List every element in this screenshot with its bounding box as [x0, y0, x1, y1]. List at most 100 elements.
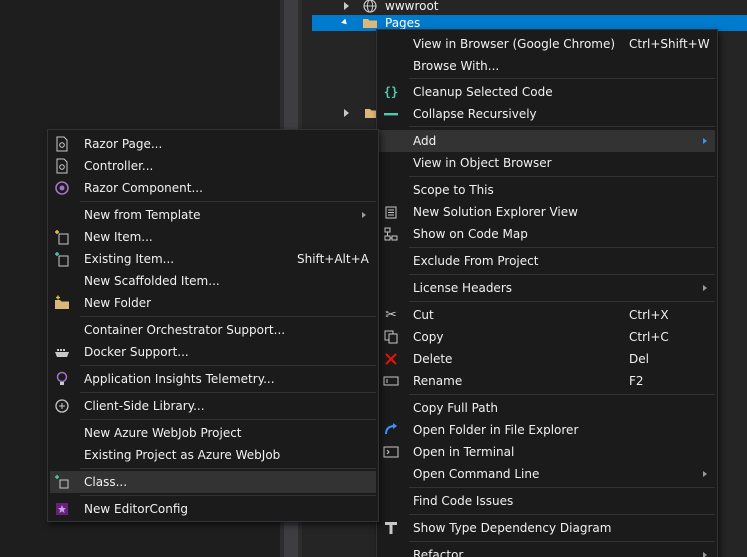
menu-item-rename[interactable]: Rename F2	[379, 370, 715, 392]
menu-item-delete[interactable]: Delete Del	[379, 348, 715, 370]
menu-separator	[409, 274, 715, 275]
add-submenu: Razor Page... Controller... Razor Compon…	[47, 129, 379, 522]
menu-item-label: Browse With...	[413, 59, 500, 73]
menu-separator	[409, 514, 715, 515]
braces-icon: {}	[383, 85, 399, 99]
menu-item-label: Refactor	[413, 548, 464, 557]
menu-item-open-in-terminal[interactable]: Open in Terminal	[379, 441, 715, 463]
menu-item-open-folder-explorer[interactable]: Open Folder in File Explorer	[379, 419, 715, 441]
menu-item-label: Cut	[413, 308, 434, 322]
menu-item-label: Open Command Line	[413, 467, 540, 481]
delete-x-icon	[383, 351, 399, 367]
menu-item-existing-item[interactable]: Existing Item... Shift+Alt+A	[50, 248, 376, 270]
code-map-icon	[383, 226, 399, 242]
menu-item-shortcut: Ctrl+X	[629, 308, 669, 322]
menu-item-label: View in Object Browser	[413, 156, 552, 170]
terminal-icon	[383, 444, 399, 460]
menu-separator	[409, 487, 715, 488]
menu-item-copy[interactable]: Copy Ctrl+C	[379, 326, 715, 348]
menu-item-shortcut: Del	[629, 352, 649, 366]
menu-item-label: Class...	[84, 475, 128, 489]
menu-item-type-dependency-diagram[interactable]: Show Type Dependency Diagram	[379, 517, 715, 539]
menu-separator	[80, 468, 376, 469]
menu-item-client-side-library[interactable]: Client-Side Library...	[50, 395, 376, 417]
menu-item-add[interactable]: Add	[379, 130, 715, 152]
menu-item-container-orchestrator[interactable]: Container Orchestrator Support...	[50, 319, 376, 341]
menu-item-open-command-line[interactable]: Open Command Line	[379, 463, 715, 485]
open-folder-arrow-icon	[383, 422, 399, 438]
menu-item-label: Delete	[413, 352, 453, 366]
menu-item-refactor[interactable]: Refactor	[379, 544, 715, 557]
menu-item-new-editorconfig[interactable]: New EditorConfig	[50, 498, 376, 520]
menu-item-cut[interactable]: ✂ Cut Ctrl+X	[379, 304, 715, 326]
menu-item-label: New Azure WebJob Project	[84, 426, 242, 440]
razor-component-icon	[54, 180, 70, 196]
menu-item-controller[interactable]: Controller...	[50, 155, 376, 177]
menu-separator	[409, 78, 715, 79]
menu-item-new-from-template[interactable]: New from Template	[50, 204, 376, 226]
menu-item-show-on-code-map[interactable]: Show on Code Map	[379, 223, 715, 245]
expand-arrow-icon[interactable]	[344, 2, 349, 10]
collapse-arrow-icon[interactable]	[341, 18, 349, 27]
menu-item-new-item[interactable]: New Item...	[50, 226, 376, 248]
submenu-arrow-icon	[703, 471, 707, 477]
menu-item-view-in-browser[interactable]: View in Browser (Google Chrome) Ctrl+Shi…	[379, 33, 715, 55]
menu-item-label: Exclude From Project	[413, 254, 539, 268]
menu-item-new-folder[interactable]: New Folder	[50, 292, 376, 314]
menu-item-new-azure-webjob[interactable]: New Azure WebJob Project	[50, 422, 376, 444]
rename-icon	[383, 373, 399, 389]
menu-separator	[80, 392, 376, 393]
menu-separator	[409, 394, 715, 395]
menu-separator	[80, 365, 376, 366]
menu-item-label: Existing Item...	[84, 252, 175, 266]
razor-page-icon	[54, 136, 70, 152]
menu-item-browse-with[interactable]: Browse With...	[379, 55, 715, 77]
menu-item-scope-to-this[interactable]: Scope to This	[379, 179, 715, 201]
menu-item-label: Show on Code Map	[413, 227, 528, 241]
type-diagram-icon	[383, 520, 399, 536]
menu-item-copy-full-path[interactable]: Copy Full Path	[379, 397, 715, 419]
new-view-icon	[383, 204, 399, 220]
expand-arrow-icon[interactable]	[344, 109, 349, 117]
copy-icon	[383, 329, 399, 345]
menu-item-new-scaffolded-item[interactable]: New Scaffolded Item...	[50, 270, 376, 292]
menu-item-label: Collapse Recursively	[413, 107, 537, 121]
menu-item-docker-support[interactable]: Docker Support...	[50, 341, 376, 363]
menu-item-label: Copy Full Path	[413, 401, 498, 415]
menu-item-label: Open Folder in File Explorer	[413, 423, 579, 437]
menu-item-existing-project-webjob[interactable]: Existing Project as Azure WebJob	[50, 444, 376, 466]
menu-item-label: Controller...	[84, 159, 154, 173]
menu-item-razor-page[interactable]: Razor Page...	[50, 133, 376, 155]
menu-item-label: Add	[413, 134, 437, 148]
menu-item-shortcut: Ctrl+Shift+W	[629, 37, 710, 51]
tree-item-wwwroot[interactable]: wwwroot	[342, 0, 642, 14]
collapse-icon	[383, 106, 399, 122]
menu-item-new-solution-explorer-view[interactable]: New Solution Explorer View	[379, 201, 715, 223]
menu-item-exclude-from-project[interactable]: Exclude From Project	[379, 250, 715, 272]
submenu-arrow-icon	[362, 212, 366, 218]
menu-item-label: Application Insights Telemetry...	[84, 372, 275, 386]
menu-item-razor-component[interactable]: Razor Component...	[50, 177, 376, 199]
menu-item-license-headers[interactable]: License Headers	[379, 277, 715, 299]
controller-icon	[54, 158, 70, 174]
menu-separator	[80, 419, 376, 420]
menu-item-app-insights[interactable]: Application Insights Telemetry...	[50, 368, 376, 390]
menu-item-shortcut: Ctrl+C	[629, 330, 669, 344]
tree-item-label: wwwroot	[385, 0, 439, 13]
menu-item-cleanup-code[interactable]: {} Cleanup Selected Code	[379, 81, 715, 103]
menu-item-label: Razor Component...	[84, 181, 203, 195]
menu-item-shortcut: Shift+Alt+A	[297, 252, 369, 266]
menu-separator	[409, 301, 715, 302]
menu-item-view-object-browser[interactable]: View in Object Browser	[379, 152, 715, 174]
menu-item-collapse-recursively[interactable]: Collapse Recursively	[379, 103, 715, 125]
menu-item-find-code-issues[interactable]: Find Code Issues	[379, 490, 715, 512]
menu-separator	[80, 316, 376, 317]
menu-item-label: Cleanup Selected Code	[413, 85, 553, 99]
menu-item-label: Rename	[413, 374, 463, 388]
class-icon	[54, 474, 70, 490]
menu-item-label: New from Template	[84, 208, 201, 222]
menu-item-label: Razor Page...	[84, 137, 163, 151]
menu-item-label: New Folder	[84, 296, 152, 310]
menu-item-class[interactable]: Class...	[50, 471, 376, 493]
new-item-icon	[54, 229, 70, 245]
